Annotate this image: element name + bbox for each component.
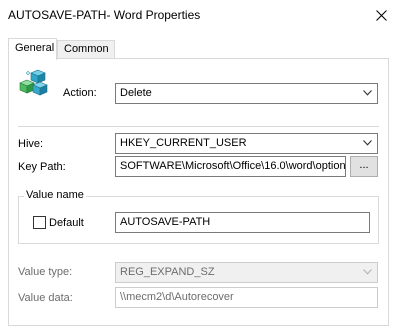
value-data-label: Value data:: [18, 292, 73, 304]
action-label: Action:: [63, 87, 97, 99]
default-checkbox-label[interactable]: Default: [49, 217, 84, 229]
title-bar: AUTOSAVE-PATH- Word Properties: [0, 0, 398, 30]
action-dropdown[interactable]: Delete: [115, 83, 378, 104]
tab-general[interactable]: General: [8, 38, 57, 60]
key-path-value: SOFTWARE\Microsoft\Office\16.0\word\opti…: [120, 160, 346, 172]
key-path-input[interactable]: SOFTWARE\Microsoft\Office\16.0\word\opti…: [115, 156, 346, 177]
registry-cubes-icon: [19, 69, 48, 96]
chevron-down-icon: [363, 90, 372, 96]
default-checkbox[interactable]: [33, 216, 46, 229]
value-type-dropdown: REG_EXPAND_SZ: [115, 262, 378, 283]
chevron-down-icon: [363, 140, 372, 146]
hive-value: HKEY_CURRENT_USER: [120, 137, 247, 149]
value-name-group-label: Value name: [24, 189, 86, 201]
close-button[interactable]: [364, 0, 398, 30]
window-title: AUTOSAVE-PATH- Word Properties: [8, 8, 201, 22]
value-data-input: \\mecm2\d\Autorecover: [115, 287, 378, 308]
action-value: Delete: [120, 87, 152, 99]
browse-key-button[interactable]: ...: [350, 156, 378, 177]
value-name-value: AUTOSAVE-PATH: [120, 216, 211, 228]
hive-label: Hive:: [18, 138, 44, 150]
hive-dropdown[interactable]: HKEY_CURRENT_USER: [115, 133, 378, 154]
value-type-label: Value type:: [18, 266, 73, 278]
value-name-input[interactable]: AUTOSAVE-PATH: [115, 212, 370, 233]
separator: [18, 126, 379, 127]
key-path-label: Key Path:: [18, 161, 66, 173]
value-data-value: \\mecm2\d\Autorecover: [120, 291, 234, 303]
close-icon: [375, 9, 387, 21]
tab-common[interactable]: Common: [57, 40, 115, 59]
value-type-value: REG_EXPAND_SZ: [120, 266, 215, 278]
chevron-down-icon: [363, 269, 372, 275]
